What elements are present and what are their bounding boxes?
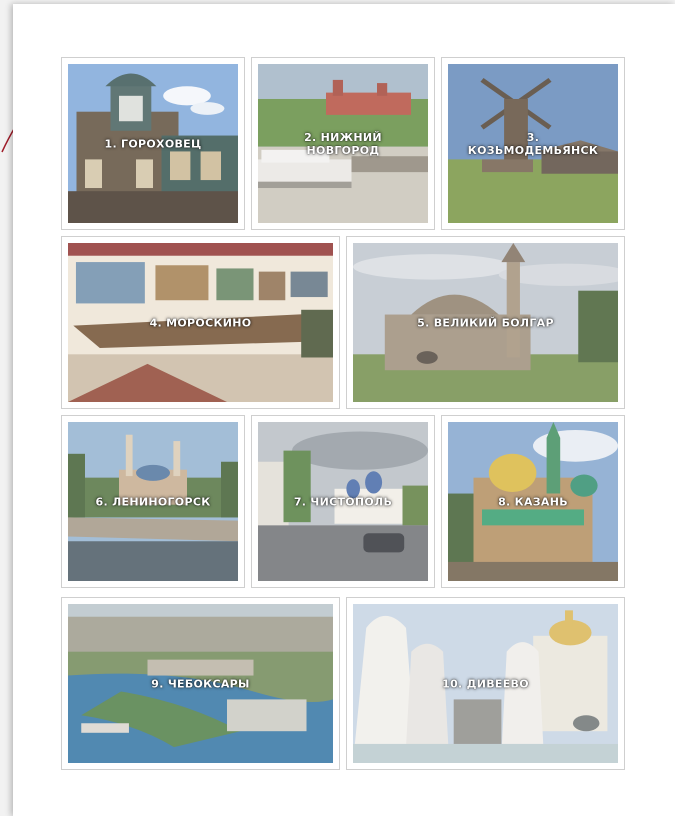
- caption-diveevo: 10. ДИВЕЕВО: [442, 677, 529, 690]
- destination-card-veliky-bolgar[interactable]: 5. ВЕЛИКИЙ БОЛГАР: [346, 236, 625, 409]
- caption-gorokhovets: 1. ГОРОХОВЕЦ: [104, 137, 202, 150]
- photo-kozmodemyansk: 3. КОЗЬМОДЕМЬЯНСК: [448, 64, 618, 223]
- destination-card-gorokhovets[interactable]: 1. ГОРОХОВЕЦ: [61, 57, 245, 230]
- caption-veliky-bolgar: 5. ВЕЛИКИЙ БОЛГАР: [417, 316, 554, 329]
- destination-card-leninogorsk[interactable]: 6. ЛЕНИНОГОРСК: [61, 415, 245, 588]
- caption-nizhny-novgorod: 2. НИЖНИЙ НОВГОРОД: [304, 130, 382, 157]
- photo-gorokhovets: 1. ГОРОХОВЕЦ: [68, 64, 238, 223]
- destination-card-moroskino[interactable]: 4. МОРОСКИНО: [61, 236, 340, 409]
- photo-veliky-bolgar: 5. ВЕЛИКИЙ БОЛГАР: [353, 243, 618, 402]
- caption-kozmodemyansk: 3. КОЗЬМОДЕМЬЯНСК: [467, 130, 599, 157]
- destination-card-kazan[interactable]: 8. КАЗАНЬ: [441, 415, 625, 588]
- caption-chistopol: 7. ЧИСТОПОЛЬ: [293, 495, 393, 508]
- destination-card-kozmodemyansk[interactable]: 3. КОЗЬМОДЕМЬЯНСК: [441, 57, 625, 230]
- caption-moroskino: 4. МОРОСКИНО: [149, 316, 252, 329]
- photo-kazan: 8. КАЗАНЬ: [448, 422, 618, 581]
- photo-moroskino: 4. МОРОСКИНО: [68, 243, 333, 402]
- destination-card-nizhny-novgorod[interactable]: 2. НИЖНИЙ НОВГОРОД: [251, 57, 435, 230]
- destination-card-diveevo[interactable]: 10. ДИВЕЕВО: [346, 597, 625, 770]
- photo-chistopol: 7. ЧИСТОПОЛЬ: [258, 422, 428, 581]
- photo-nizhny-novgorod: 2. НИЖНИЙ НОВГОРОД: [258, 64, 428, 223]
- photo-leninogorsk: 6. ЛЕНИНОГОРСК: [68, 422, 238, 581]
- caption-kazan: 8. КАЗАНЬ: [498, 495, 568, 508]
- destination-card-chistopol[interactable]: 7. ЧИСТОПОЛЬ: [251, 415, 435, 588]
- caption-cheboksary: 9. ЧЕБОКСАРЫ: [151, 677, 250, 690]
- destination-card-cheboksary[interactable]: 9. ЧЕБОКСАРЫ: [61, 597, 340, 770]
- photo-diveevo: 10. ДИВЕЕВО: [353, 604, 618, 763]
- photo-cheboksary: 9. ЧЕБОКСАРЫ: [68, 604, 333, 763]
- caption-leninogorsk: 6. ЛЕНИНОГОРСК: [95, 495, 211, 508]
